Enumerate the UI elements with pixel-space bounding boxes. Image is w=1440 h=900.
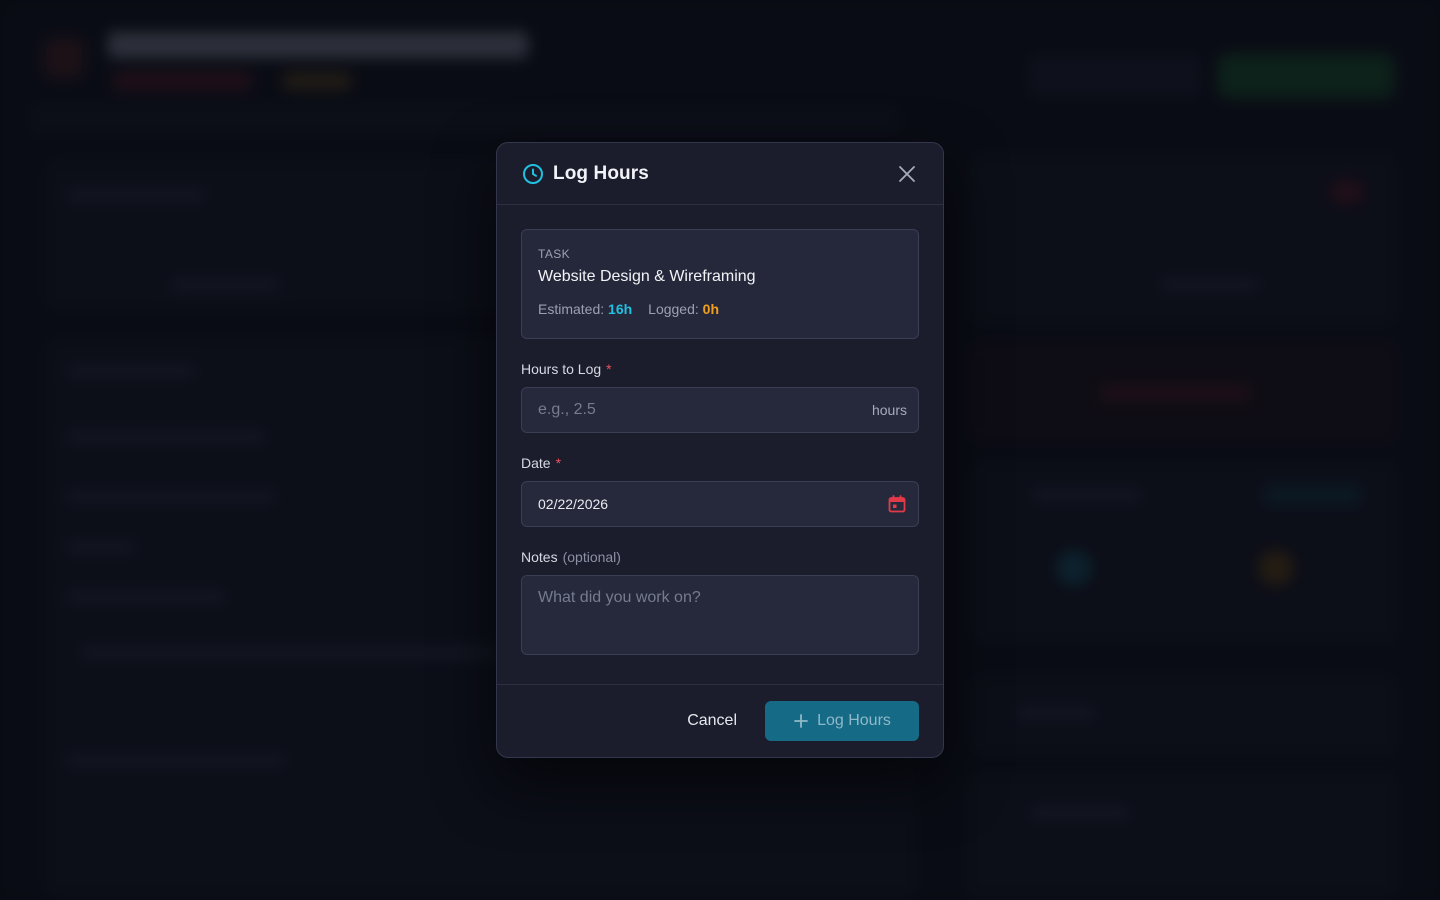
close-button[interactable] [895, 162, 919, 186]
logged-label: Logged: [648, 301, 699, 317]
hours-input[interactable] [538, 401, 872, 419]
notes-textarea-wrapper [521, 575, 919, 655]
estimated-label: Estimated: [538, 301, 605, 317]
logged-value: 0h [702, 301, 719, 317]
notes-field-label: Notes (optional) [521, 549, 919, 565]
date-value: 02/22/2026 [538, 496, 609, 512]
log-hours-button[interactable]: Log Hours [765, 701, 919, 741]
cancel-button[interactable]: Cancel [687, 712, 737, 730]
hours-suffix: hours [871, 402, 907, 418]
task-label: TASK [538, 247, 571, 261]
modal-footer: Cancel Log Hours [497, 684, 943, 757]
task-name: Website Design & Wireframing [538, 268, 756, 285]
task-summary-card: TASK Website Design & Wireframing Estima… [521, 229, 919, 339]
required-mark: * [555, 455, 562, 471]
notes-textarea[interactable] [538, 589, 902, 641]
required-mark: * [606, 361, 612, 377]
clock-icon [522, 163, 544, 185]
log-hours-modal: Log Hours TASK Website Design & Wirefram… [496, 142, 944, 758]
date-label-text: Date [521, 455, 551, 471]
task-meta: Estimated: 16h Logged: 0h [538, 301, 902, 317]
hours-field-label: Hours to Log * [521, 361, 919, 377]
date-input[interactable]: 02/22/2026 [521, 481, 919, 527]
calendar-icon[interactable] [887, 494, 907, 514]
estimated-value: 16h [608, 301, 633, 317]
logged-hours: Logged: 0h [648, 301, 719, 317]
modal-header: Log Hours [497, 143, 943, 205]
log-hours-button-label: Log Hours [817, 712, 891, 729]
hours-label-text: Hours to Log [521, 361, 602, 377]
close-icon [899, 165, 915, 182]
modal-title: Log Hours [553, 162, 649, 184]
date-field-label: Date * [521, 455, 919, 471]
optional-hint: (optional) [562, 549, 621, 565]
modal-body: TASK Website Design & Wireframing Estima… [497, 205, 943, 655]
notes-label-text: Notes [521, 549, 558, 565]
plus-icon [794, 714, 808, 728]
hours-input-wrapper: hours [521, 387, 919, 433]
estimated-hours: Estimated: 16h [538, 301, 632, 317]
